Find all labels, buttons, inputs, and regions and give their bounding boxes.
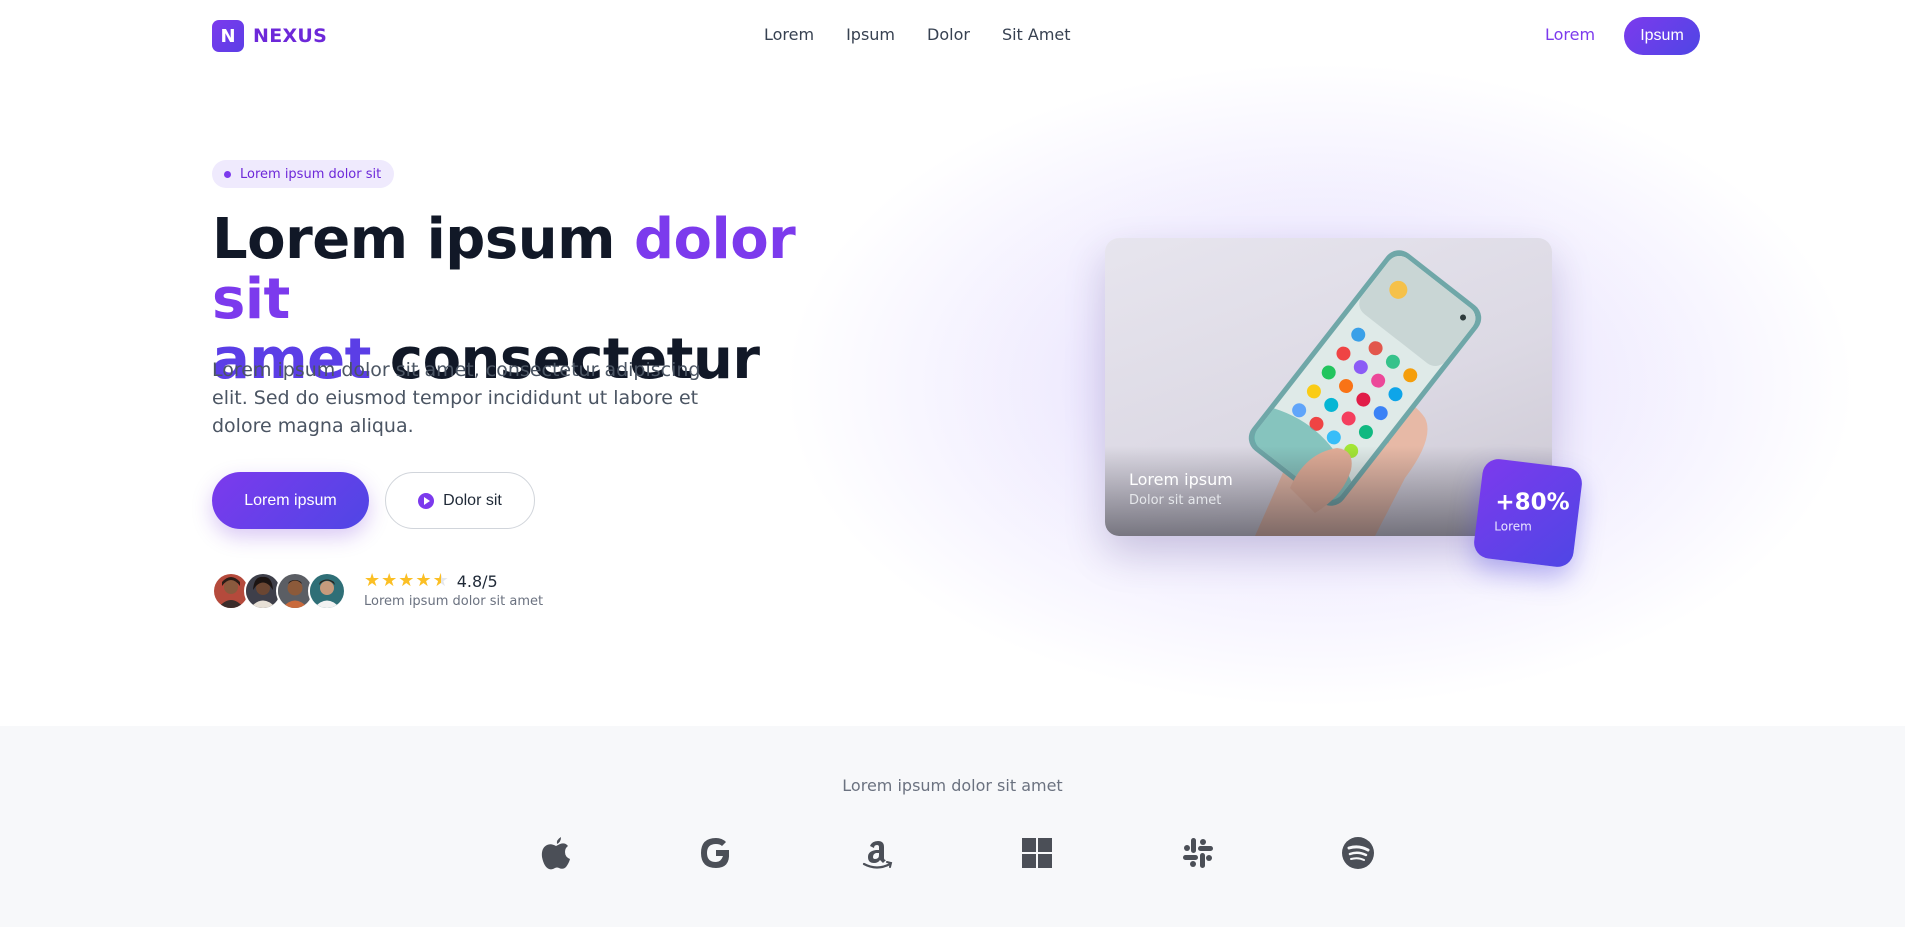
google-icon — [699, 834, 733, 872]
amazon-icon — [860, 834, 894, 872]
primary-cta-button[interactable]: Lorem ipsum — [212, 472, 369, 529]
nav-link-1[interactable]: Lorem — [764, 25, 814, 44]
badge-dot-icon — [224, 170, 231, 178]
brand-logo[interactable]: N NEXUS — [212, 20, 327, 52]
avatar — [308, 572, 346, 610]
star-rating: ★ ★ ★ ★ ★ — [364, 571, 449, 591]
brand-name: NEXUS — [253, 25, 328, 47]
hero-badge: Lorem ipsum dolor sit — [212, 160, 395, 188]
avatar-group — [212, 572, 346, 610]
nav-link-4[interactable]: Sit Amet — [1002, 25, 1071, 44]
slack-icon — [1181, 834, 1215, 872]
play-icon — [418, 492, 435, 509]
stat-value: +80% — [1495, 489, 1570, 516]
hero-lead: Lorem ipsum dolor sit amet, consectetur … — [212, 359, 701, 437]
card-title: Lorem ipsum — [1129, 470, 1233, 489]
nav-links: Lorem Ipsum Dolor Sit Amet — [764, 25, 1071, 44]
rating-block: ★ ★ ★ ★ ★ 4.8/5 Lorem ipsum dolor sit am… — [364, 571, 544, 610]
star-icon: ★ — [415, 570, 432, 591]
spotify-icon — [1341, 834, 1375, 872]
headline-part-1: Lorem ipsum — [212, 207, 634, 272]
card-subtitle: Dolor sit amet — [1129, 493, 1222, 508]
badge-label: Lorem ipsum dolor sit — [240, 166, 382, 182]
star-icon: ★ — [398, 570, 415, 591]
rating-value: 4.8/5 — [456, 571, 498, 591]
nav-link-3[interactable]: Dolor — [927, 25, 970, 44]
nav-cta-button[interactable]: Ipsum — [1624, 17, 1700, 55]
stat-label: Lorem — [1494, 519, 1532, 534]
play-video-button[interactable]: Dolor sit — [385, 472, 535, 529]
star-icon: ★ — [381, 570, 398, 591]
logo-strip-caption: Lorem ipsum dolor sit amet — [842, 776, 1063, 795]
stat-badge: +80% Lorem — [1472, 457, 1584, 569]
top-nav: N NEXUS Lorem Ipsum Dolor Sit Amet Lorem… — [0, 0, 1905, 72]
rating-caption: Lorem ipsum dolor sit amet — [364, 594, 544, 609]
logo-mark: N — [212, 20, 244, 52]
windows-icon — [1020, 834, 1054, 872]
logo-strip: Lorem ipsum dolor sit amet — [0, 726, 1905, 927]
brand-logo-row — [539, 834, 1375, 872]
nav-link-2[interactable]: Ipsum — [846, 25, 895, 44]
star-icon: ★ — [364, 570, 381, 591]
play-video-label: Dolor sit — [443, 491, 502, 509]
nav-login-link[interactable]: Lorem — [1545, 25, 1595, 44]
rating-top: ★ ★ ★ ★ ★ 4.8/5 — [364, 571, 543, 591]
apple-icon — [539, 834, 573, 872]
half-star-icon: ★ — [432, 570, 449, 591]
